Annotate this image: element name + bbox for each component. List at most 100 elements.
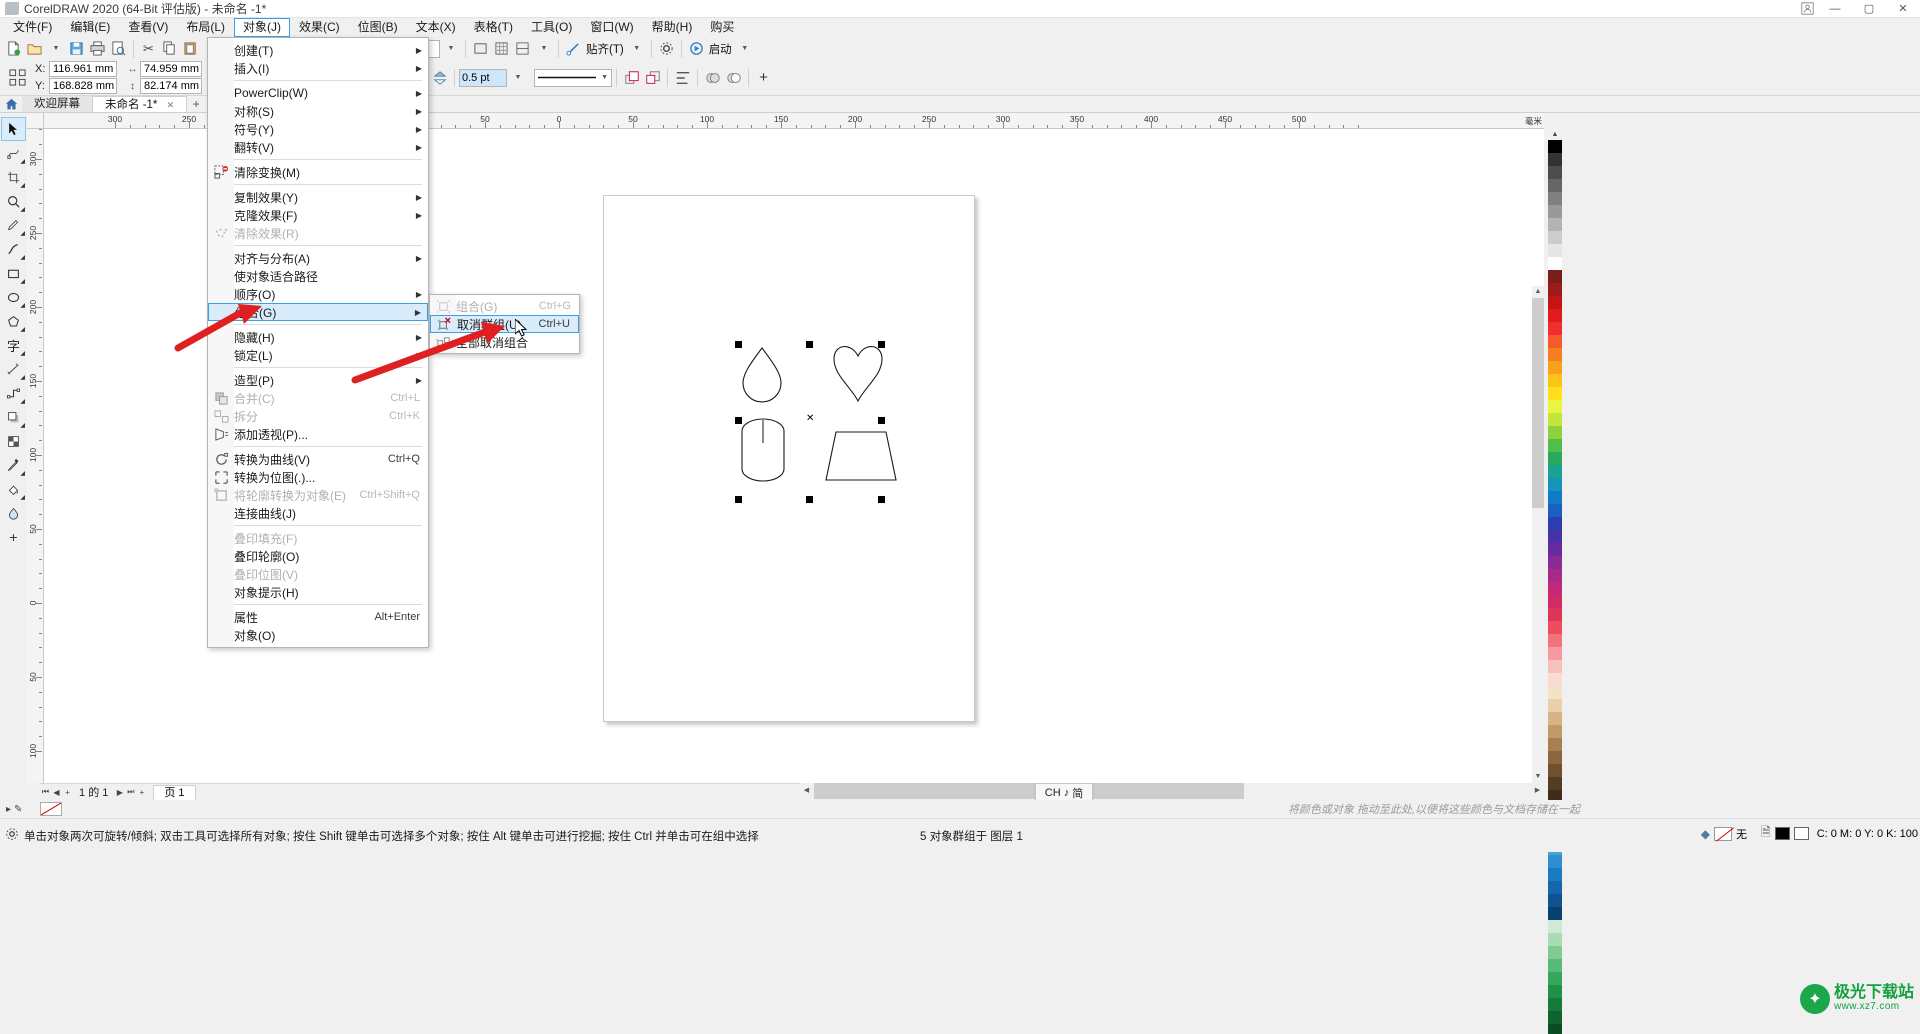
view-options-icon[interactable] — [512, 38, 533, 59]
menu-item-0[interactable]: 创建(T) ▶ — [208, 41, 428, 59]
tab-untitled-1[interactable]: 未命名 -1* ✕ — [93, 96, 188, 112]
menu-edit[interactable]: 编辑(E) — [61, 18, 119, 37]
palette-swatch[interactable] — [1548, 413, 1562, 426]
palette-swatch[interactable] — [1548, 322, 1562, 335]
palette-swatch[interactable] — [1548, 959, 1562, 972]
palette-swatch[interactable] — [1548, 270, 1562, 283]
palette-swatch[interactable] — [1548, 153, 1562, 166]
palette-swatch[interactable] — [1548, 660, 1562, 673]
tool-freehand[interactable]: ◢ — [1, 213, 26, 237]
menu-window[interactable]: 窗口(W) — [581, 18, 642, 37]
menu-item-12[interactable]: 顺序(O) ▶ — [208, 285, 428, 303]
tab-close-icon[interactable]: ✕ — [167, 100, 175, 110]
selection-handle-se[interactable] — [878, 496, 885, 503]
menu-item-14[interactable]: 隐藏(H) ▶ — [208, 328, 428, 346]
palette-swatch[interactable] — [1548, 205, 1562, 218]
palette-swatch[interactable] — [1548, 192, 1562, 205]
height-input[interactable]: 82.174 mm — [140, 78, 202, 94]
status-outline-color-swatch[interactable] — [1774, 827, 1790, 840]
page-tab-1[interactable]: 页 1 — [153, 784, 196, 800]
pen-small-icon[interactable]: ✎ — [14, 804, 22, 815]
palette-swatch[interactable] — [1548, 218, 1562, 231]
menu-item-11[interactable]: 使对象适合路径 — [208, 267, 428, 285]
palette-swatch[interactable] — [1548, 309, 1562, 322]
menu-item-27[interactable]: 对象提示(H) — [208, 583, 428, 601]
palette-swatch[interactable] — [1548, 738, 1562, 751]
group-submenu[interactable]: 组合(G) Ctrl+G 取消群组(U) Ctrl+U 全部取消组合 — [429, 294, 580, 354]
close-button[interactable]: ✕ — [1886, 0, 1920, 18]
trim-icon[interactable] — [723, 67, 744, 88]
palette-swatch[interactable] — [1548, 881, 1562, 894]
page-next-button[interactable]: ▶ — [114, 785, 125, 800]
mirror-vertical-icon[interactable] — [429, 67, 450, 88]
palette-swatch[interactable] — [1548, 452, 1562, 465]
palette-swatch[interactable] — [1548, 478, 1562, 491]
flyout-arrow-shadow[interactable]: ◢ — [20, 422, 25, 429]
flyout-arrow-ellipse[interactable]: ◢ — [20, 302, 25, 309]
menu-object[interactable]: 对象(J) — [234, 18, 290, 37]
color-drop-strip[interactable]: ▸ ✎ — [0, 800, 1920, 818]
y-input[interactable]: 168.828 mm — [49, 78, 117, 94]
palette-swatch[interactable] — [1548, 777, 1562, 790]
add-icon[interactable]: + — [753, 67, 774, 88]
flyout-arrow-fill[interactable]: ◢ — [20, 494, 25, 501]
palette-swatch[interactable] — [1548, 556, 1562, 569]
status-fill-icon[interactable]: ◆ — [1701, 827, 1710, 841]
palette-swatch[interactable] — [1548, 504, 1562, 517]
menu-bitmap[interactable]: 位图(B) — [349, 18, 407, 37]
save-icon[interactable] — [66, 38, 87, 59]
print-preview-icon[interactable] — [108, 38, 129, 59]
page-add-before-button[interactable]: + — [62, 785, 73, 800]
tool-crop[interactable]: ◢ — [1, 165, 26, 189]
palette-swatch[interactable] — [1548, 582, 1562, 595]
palette-swatch[interactable] — [1548, 426, 1562, 439]
flyout-arrow-dimension[interactable]: ◢ — [20, 374, 25, 381]
selection-handle-ne[interactable] — [878, 341, 885, 348]
palette-swatch[interactable] — [1548, 920, 1562, 933]
menu-effects[interactable]: 效果(C) — [290, 18, 349, 37]
chevron-down-icon-launch[interactable]: ▼ — [734, 38, 755, 59]
selection-handle-n[interactable] — [806, 341, 813, 348]
menu-item-5[interactable]: 翻转(V) ▶ — [208, 138, 428, 156]
tool-parallel-dimension[interactable]: ◢ — [1, 357, 26, 381]
menu-item-10[interactable]: 对齐与分布(A) ▶ — [208, 249, 428, 267]
snap-label[interactable]: 贴齐(T) — [586, 41, 624, 57]
palette-swatch[interactable] — [1548, 296, 1562, 309]
line-style-combo[interactable]: ▼ — [534, 68, 612, 87]
to-front-icon[interactable] — [621, 67, 642, 88]
chevron-down-icon-outline[interactable]: ▼ — [507, 67, 528, 88]
palette-swatch[interactable] — [1548, 335, 1562, 348]
flyout-arrow-crop[interactable]: ◢ — [20, 182, 25, 189]
menu-tools[interactable]: 工具(O) — [522, 18, 581, 37]
chevron-down-icon-zoom[interactable]: ▼ — [440, 38, 461, 59]
scroll-down-arrow-icon[interactable]: ▼ — [1532, 771, 1544, 783]
flyout-arrow-connector[interactable]: ◢ — [20, 398, 25, 405]
width-input[interactable]: 74.959 mm — [140, 61, 202, 77]
tool-pick[interactable] — [1, 117, 26, 141]
menu-item-16[interactable]: 造型(P) ▶ — [208, 371, 428, 389]
menu-item-2[interactable]: PowerClip(W) ▶ — [208, 84, 428, 102]
flyout-arrow-text[interactable]: ◢ — [20, 350, 25, 357]
ruler-corner[interactable] — [27, 113, 44, 129]
palette-swatch[interactable] — [1548, 283, 1562, 296]
palette-swatch[interactable] — [1548, 608, 1562, 621]
palette-swatch[interactable] — [1548, 725, 1562, 738]
scroll-left-arrow-icon[interactable]: ◀ — [800, 783, 813, 799]
chevron-down-icon-snap[interactable]: ▼ — [626, 38, 647, 59]
selection-handle-e[interactable] — [878, 417, 885, 424]
print-icon[interactable] — [87, 38, 108, 59]
palette-scroll-up-icon[interactable]: ▲ — [1548, 129, 1562, 140]
palette-swatch[interactable] — [1548, 855, 1562, 868]
fullscreen-preview-icon[interactable] — [470, 38, 491, 59]
palette-swatch[interactable] — [1548, 257, 1562, 270]
submenu-item-1[interactable]: 取消群组(U) Ctrl+U — [430, 315, 579, 333]
tool-transparency[interactable] — [1, 429, 26, 453]
color-palette[interactable]: ▲ ▼ — [1548, 129, 1562, 1034]
flyout-arrow-eyedropper[interactable]: ◢ — [20, 470, 25, 477]
palette-swatch[interactable] — [1548, 387, 1562, 400]
palette-swatch[interactable] — [1548, 530, 1562, 543]
palette-swatch[interactable] — [1548, 595, 1562, 608]
menu-item-6[interactable]: 清除变换(M) — [208, 163, 428, 181]
canvas-horizontal-scrollbar[interactable]: ◀ ▶ — [800, 783, 1544, 799]
menu-item-21[interactable]: 转换为位图(.)... — [208, 468, 428, 486]
